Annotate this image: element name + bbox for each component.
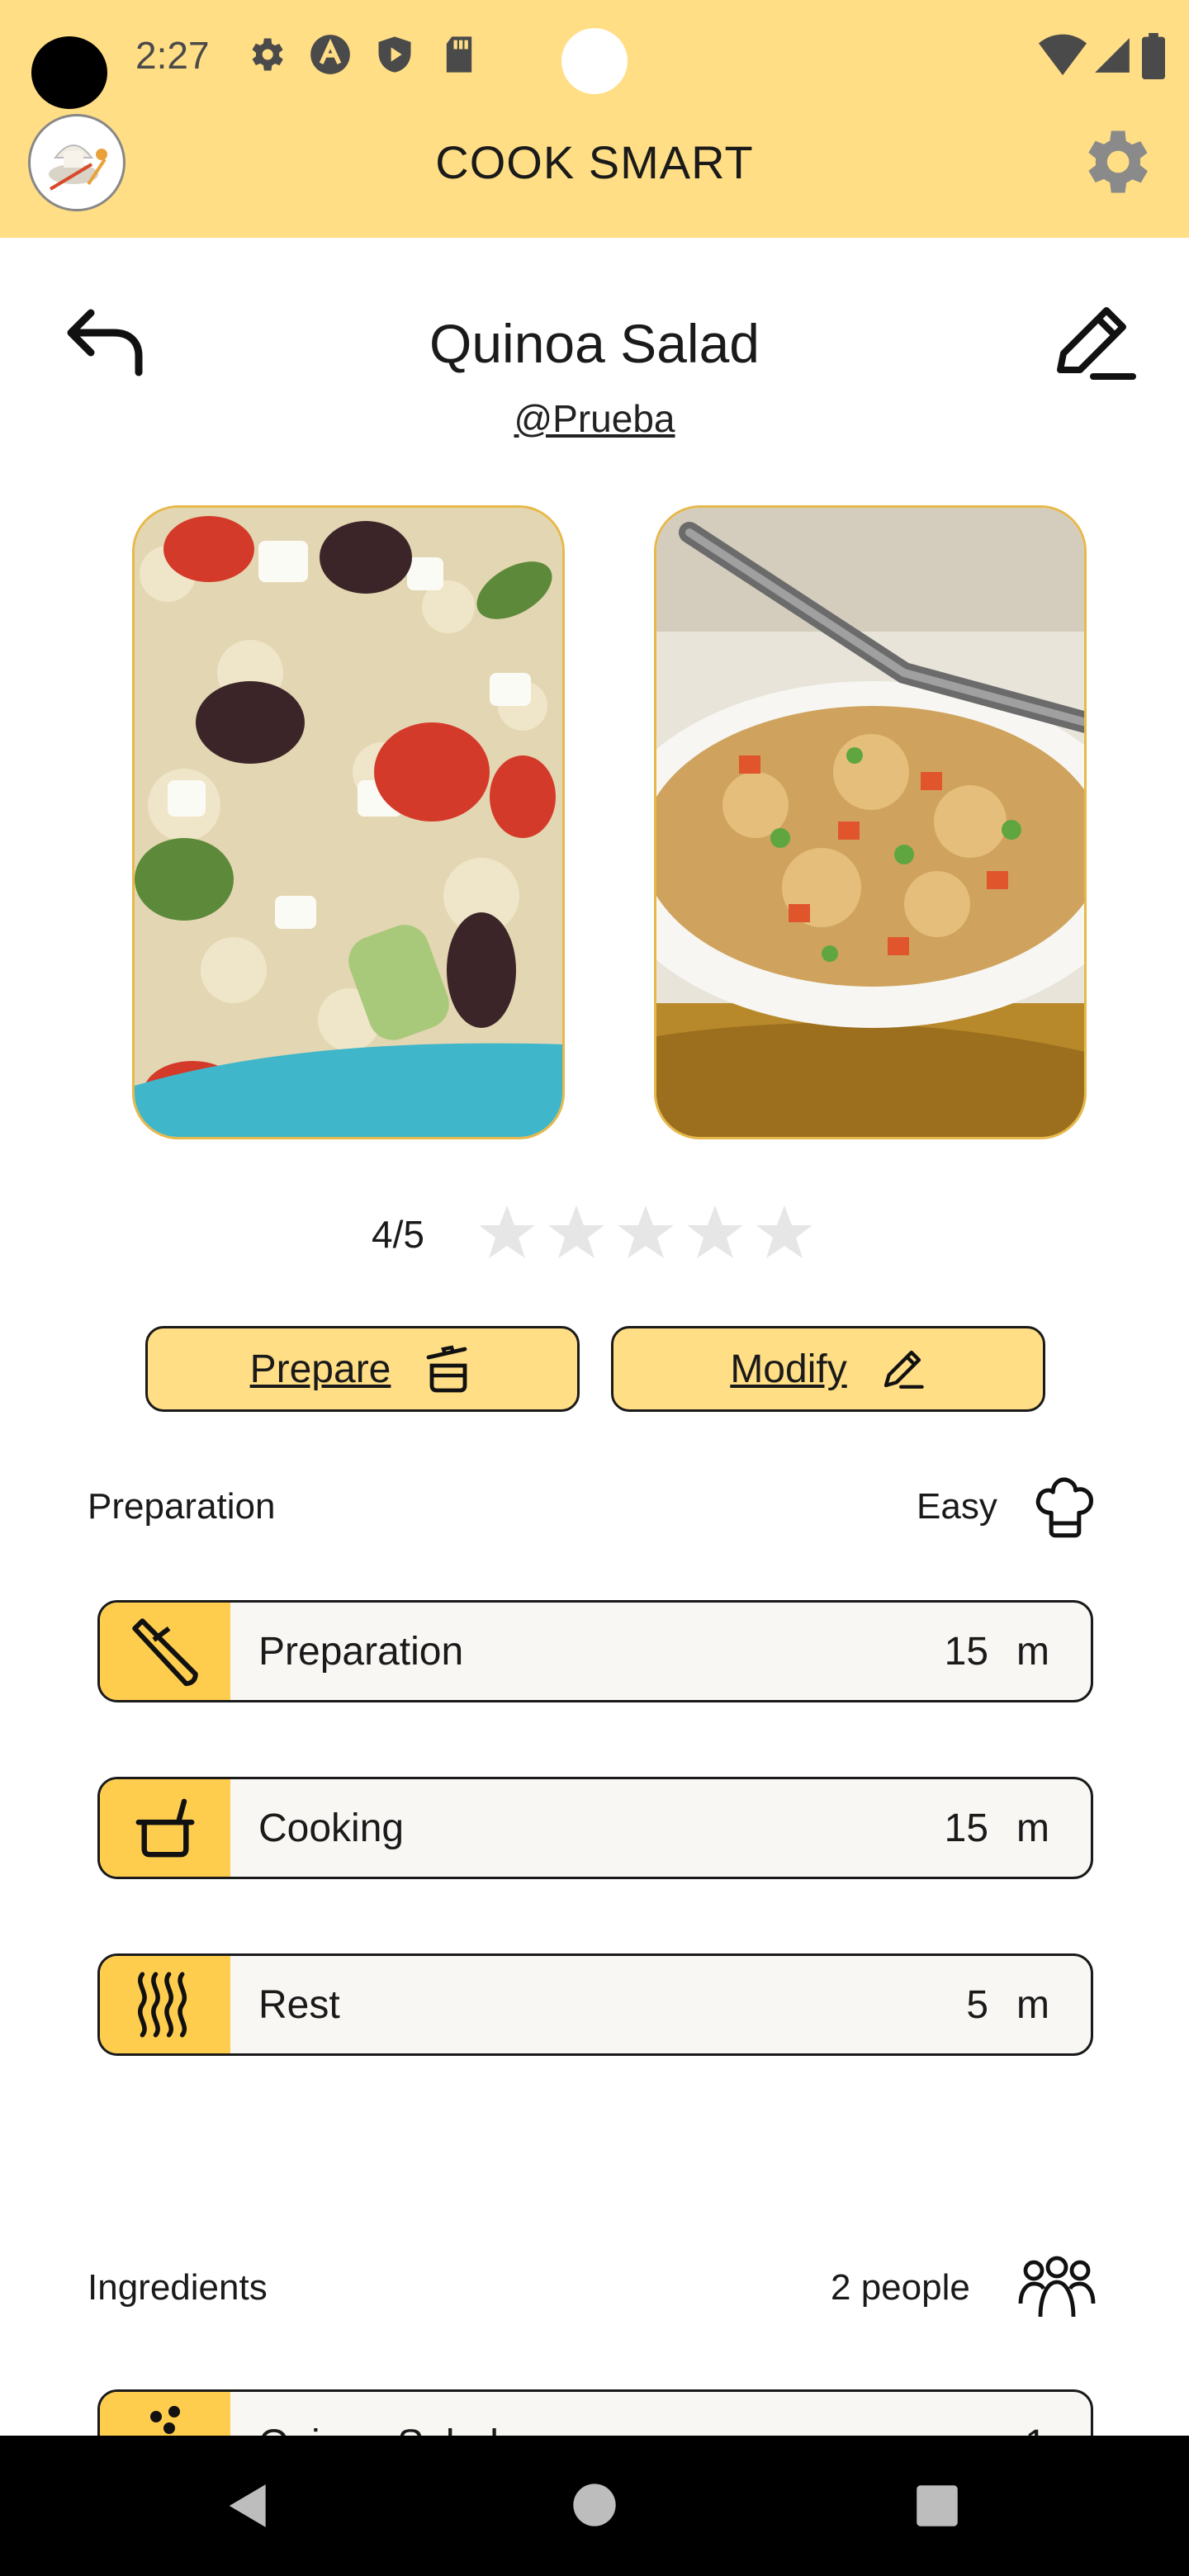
recipe-photo-2[interactable] — [654, 505, 1087, 1139]
system-nav-bar — [0, 2436, 1189, 2576]
servings-label[interactable]: 2 people — [831, 2267, 970, 2308]
heat-waves-icon — [138, 1972, 187, 2038]
people-group-icon — [1018, 2256, 1096, 2318]
modify-button[interactable]: Modify — [611, 1326, 1045, 1412]
star-icon — [687, 1205, 743, 1258]
notch-indicator — [561, 28, 628, 94]
pot-icon — [135, 1798, 195, 1858]
time-row-rest: Rest 5 m — [97, 1953, 1093, 2056]
app-title: COOK SMART — [435, 136, 754, 188]
edit-pencil-icon[interactable] — [1047, 304, 1138, 386]
sd-card-icon — [446, 36, 472, 73]
prepare-button[interactable]: Prepare — [145, 1326, 580, 1412]
star-icon — [756, 1205, 812, 1258]
time-row-cooking: Cooking 15 m — [97, 1777, 1093, 1879]
time-row-amount: 15 — [944, 1807, 989, 1850]
star-icon — [479, 1205, 535, 1258]
shield-play-icon — [378, 36, 411, 73]
camera-cutout — [31, 36, 107, 109]
nav-home-icon[interactable] — [571, 2482, 618, 2528]
difficulty-label: Easy — [917, 1486, 997, 1527]
settings-status-icon — [252, 38, 283, 71]
time-row-preparation: Preparation 15 m — [97, 1600, 1093, 1702]
wifi-icon — [1039, 34, 1087, 76]
pot-icon — [426, 1345, 467, 1393]
recipe-photo-1[interactable] — [132, 505, 565, 1139]
time-row-unit: m — [1016, 1983, 1049, 2027]
settings-gear-icon[interactable] — [1073, 121, 1156, 203]
accessibility-status-icon — [310, 35, 350, 74]
ingredients-section-label: Ingredients — [88, 2267, 268, 2308]
star-icon — [548, 1205, 604, 1258]
rating-text: 4/5 — [372, 1213, 424, 1256]
pencil-icon — [883, 1350, 924, 1389]
status-time: 2:27 — [135, 34, 210, 77]
time-row-amount: 15 — [944, 1630, 989, 1674]
time-row-name: Cooking — [258, 1807, 405, 1850]
app-header: 2:27 COOK SMART — [0, 0, 1189, 238]
recipe-author-link[interactable]: @Prueba — [0, 396, 1189, 441]
recipe-title: Quinoa Salad — [429, 313, 760, 374]
battery-icon — [1142, 33, 1165, 79]
nav-back-icon[interactable] — [223, 2480, 274, 2531]
time-row-unit: m — [1016, 1630, 1049, 1674]
time-row-amount: 5 — [966, 1983, 989, 2027]
time-row-name: Rest — [258, 1983, 340, 2027]
rating-stars[interactable] — [474, 1200, 821, 1267]
star-icon — [618, 1205, 674, 1258]
chef-hat-icon — [1035, 1477, 1094, 1538]
time-row-name: Preparation — [258, 1630, 464, 1674]
nav-recents-icon[interactable] — [915, 2484, 959, 2528]
knife-icon — [132, 1618, 198, 1687]
modify-label: Modify — [730, 1347, 847, 1391]
prepare-label: Prepare — [249, 1347, 391, 1391]
signal-icon — [1095, 38, 1130, 73]
preparation-section-label: Preparation — [88, 1486, 276, 1527]
time-row-unit: m — [1016, 1807, 1049, 1850]
